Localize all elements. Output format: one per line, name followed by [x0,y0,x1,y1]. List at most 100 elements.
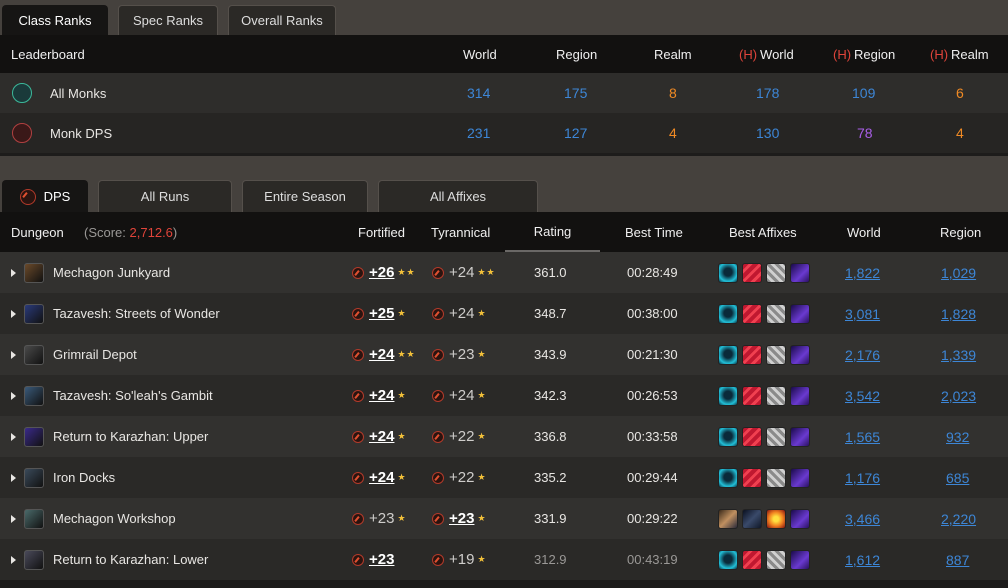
dungeon-name[interactable]: Return to Karazhan: Lower [53,539,208,580]
tyrannical-level[interactable]: +22 ★ [432,416,487,457]
rank-h-realm[interactable]: 6 [956,73,964,113]
dungeon-name[interactable]: Return to Karazhan: Upper [53,416,208,457]
fortified-level[interactable]: +23 ★ [352,498,407,539]
tyrannical-level[interactable]: +24 ★ [432,375,487,416]
affix-storm-icon[interactable] [766,262,786,283]
dungeon-rank-world[interactable]: 3,466 [845,498,880,539]
rank-h-region[interactable]: 78 [857,113,873,153]
affix-tyr-icon[interactable] [718,385,738,406]
expand-caret-icon[interactable] [11,473,16,482]
affix-encrypt-icon[interactable] [790,344,810,365]
affix-explode-icon[interactable] [766,508,786,529]
affix-encrypt-icon[interactable] [790,262,810,283]
dungeon-rank-world[interactable]: 1,565 [845,416,880,457]
dungeon-rank-world[interactable]: 3,542 [845,375,880,416]
affix-encrypt-icon[interactable] [790,385,810,406]
fortified-level[interactable]: +24 ★★ [352,334,416,375]
col-world[interactable]: World [847,212,881,252]
dungeon-name[interactable]: Mechagon Junkyard [53,252,170,293]
fortified-level[interactable]: +26 ★★ [352,252,416,293]
dungeon-name[interactable]: Mechagon Workshop [53,498,176,539]
rank-h-region[interactable]: 109 [852,73,875,113]
fortified-level[interactable]: +24 ★ [352,375,407,416]
col-fortified[interactable]: Fortified [358,212,405,252]
tyrannical-level[interactable]: +24 ★★ [432,252,496,293]
affix-encrypt-icon[interactable] [790,467,810,488]
affix-sanguine-icon[interactable] [742,508,762,529]
dungeon-rank-region[interactable]: 932 [946,416,969,457]
expand-caret-icon[interactable] [11,309,16,318]
dungeon-rank-region[interactable]: 685 [946,457,969,498]
fortified-level[interactable]: +24 ★ [352,457,407,498]
rank-h-world[interactable]: 130 [756,113,779,153]
affix-tyr-icon[interactable] [718,549,738,570]
fortified-level[interactable]: +24 ★ [352,416,407,457]
affix-bolster-icon[interactable] [742,385,762,406]
affix-storm-icon[interactable] [766,426,786,447]
dungeon-rank-region[interactable]: 2,023 [941,375,976,416]
tab-dps[interactable]: DPS [2,180,88,212]
dungeon-rank-region[interactable]: 1,339 [941,334,976,375]
affix-tyr-icon[interactable] [718,344,738,365]
tab-entire-season[interactable]: Entire Season [242,180,368,212]
dungeon-rank-world[interactable]: 3,081 [845,293,880,334]
dungeon-row[interactable]: Tazavesh: Streets of Wonder +25 ★ +24 ★ 348.7… [0,293,1008,334]
dungeon-rank-region[interactable]: 2,220 [941,498,976,539]
dungeon-row[interactable]: Grimrail Depot +24 ★★ +23 ★ 343.9 00:21:30 2,17… [0,334,1008,375]
affix-storm-icon[interactable] [766,344,786,365]
rank-world[interactable]: 231 [467,113,490,153]
fortified-level[interactable]: +23 [352,539,397,580]
rank-region[interactable]: 127 [564,113,587,153]
tab-overall-ranks[interactable]: Overall Ranks [228,5,336,35]
affix-tyr-icon[interactable] [718,262,738,283]
affix-tyr-icon[interactable] [718,303,738,324]
affix-tyr-icon[interactable] [718,467,738,488]
dungeon-row[interactable]: Iron Docks +24 ★ +22 ★ 335.2 00:29:44 1,176 685 [0,457,1008,498]
dungeon-name[interactable]: Iron Docks [53,457,115,498]
dungeon-name[interactable]: Grimrail Depot [53,334,137,375]
tyrannical-level[interactable]: +22 ★ [432,457,487,498]
dungeon-row[interactable]: Mechagon Workshop +23 ★ +23 ★ 331.9 00:29:22 3,… [0,498,1008,539]
tab-class-ranks[interactable]: Class Ranks [2,5,108,35]
expand-caret-icon[interactable] [11,432,16,441]
col-tyrannical[interactable]: Tyrannical [431,212,490,252]
affix-encrypt-icon[interactable] [790,508,810,529]
tyrannical-level[interactable]: +23 ★ [432,498,487,539]
affix-fort-icon[interactable] [718,508,738,529]
expand-caret-icon[interactable] [11,391,16,400]
affix-bolster-icon[interactable] [742,467,762,488]
affix-bolster-icon[interactable] [742,344,762,365]
tab-spec-ranks[interactable]: Spec Ranks [118,5,218,35]
rank-region[interactable]: 175 [564,73,587,113]
tyrannical-level[interactable]: +24 ★ [432,293,487,334]
affix-storm-icon[interactable] [766,467,786,488]
expand-caret-icon[interactable] [11,514,16,523]
rank-realm[interactable]: 8 [669,73,677,113]
rank-h-world[interactable]: 178 [756,73,779,113]
affix-bolster-icon[interactable] [742,549,762,570]
dungeon-row[interactable]: Return to Karazhan: Lower +23 +19 ★ 312.9 00:… [0,539,1008,580]
dungeon-rank-region[interactable]: 1,029 [941,252,976,293]
fortified-level[interactable]: +25 ★ [352,293,407,334]
rank-h-realm[interactable]: 4 [956,113,964,153]
dungeon-rank-world[interactable]: 2,176 [845,334,880,375]
dungeon-row[interactable]: Return to Karazhan: Upper +24 ★ +22 ★ 336.8 00… [0,416,1008,457]
expand-caret-icon[interactable] [11,350,16,359]
col-region[interactable]: Region [940,212,981,252]
affix-bolster-icon[interactable] [742,426,762,447]
dungeon-row[interactable]: Tazavesh: So'leah's Gambit +24 ★ +24 ★ 342.3 0… [0,375,1008,416]
dungeon-rank-world[interactable]: 1,822 [845,252,880,293]
affix-encrypt-icon[interactable] [790,426,810,447]
affix-bolster-icon[interactable] [742,262,762,283]
dungeon-rank-region[interactable]: 887 [946,539,969,580]
affix-bolster-icon[interactable] [742,303,762,324]
affix-storm-icon[interactable] [766,303,786,324]
dungeon-rank-region[interactable]: 1,828 [941,293,976,334]
dungeon-row[interactable]: Mechagon Junkyard +26 ★★ +24 ★★ 361.0 00:28:49… [0,252,1008,293]
tab-all-affixes[interactable]: All Affixes [378,180,538,212]
expand-caret-icon[interactable] [11,268,16,277]
dungeon-rank-world[interactable]: 1,612 [845,539,880,580]
tyrannical-level[interactable]: +23 ★ [432,334,487,375]
rank-realm[interactable]: 4 [669,113,677,153]
dungeon-name[interactable]: Tazavesh: Streets of Wonder [53,293,220,334]
